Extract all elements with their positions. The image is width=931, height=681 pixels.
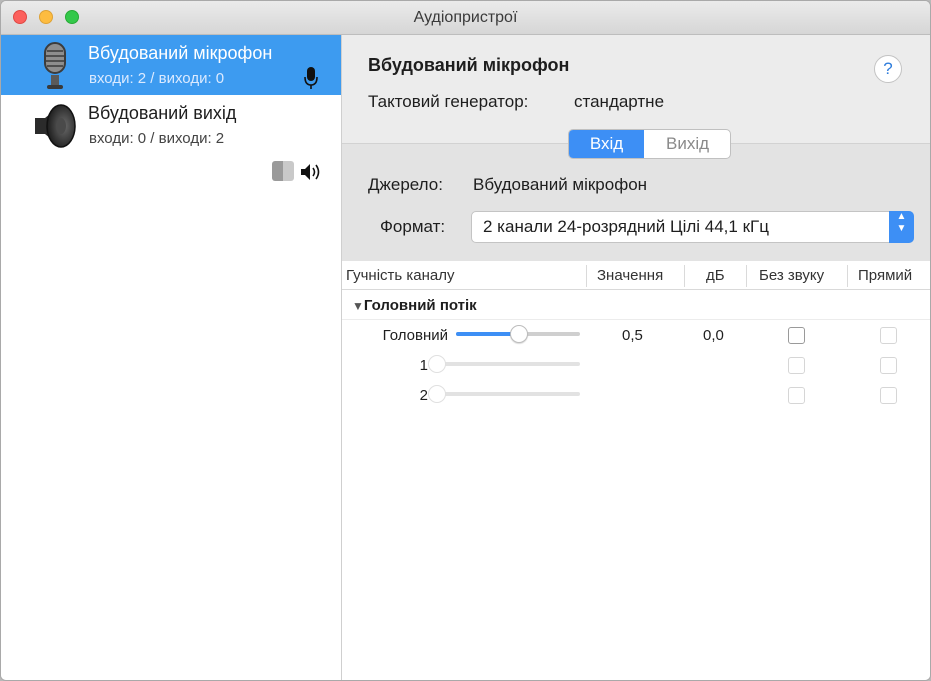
thru-checkbox-master[interactable] <box>880 327 897 344</box>
column-header-value[interactable]: Значення <box>597 267 663 284</box>
column-header-mute[interactable]: Без звуку <box>759 267 824 284</box>
slider-knob[interactable] <box>428 385 446 403</box>
audio-devices-window: Аудіопристрої Вбудований мікрофон входи:… <box>0 0 931 681</box>
channel-db: 0,0 <box>703 327 724 344</box>
mute-checkbox-channel-1[interactable] <box>788 357 805 374</box>
speaker-icon <box>31 102 77 150</box>
table-header: Гучність каналу Значення дБ Без звуку Пр… <box>342 261 930 290</box>
volume-slider-channel-2[interactable] <box>436 392 580 396</box>
device-io: входи: 0 / виходи: 2 <box>89 130 225 147</box>
settings-panel <box>342 143 930 262</box>
window-title: Аудіопристрої <box>413 9 518 26</box>
column-header-thru[interactable]: Прямий <box>858 267 912 284</box>
thru-checkbox-channel-2[interactable] <box>880 387 897 404</box>
channel-value: 0,5 <box>622 327 643 344</box>
group-row-master-stream[interactable]: ▼Головний потік <box>352 297 477 314</box>
column-divider <box>746 265 747 287</box>
mute-checkbox-channel-2[interactable] <box>788 387 805 404</box>
source-label: Джерело: <box>368 175 443 194</box>
finder-icon <box>272 161 294 181</box>
thru-checkbox-channel-1[interactable] <box>880 357 897 374</box>
title-bar: Аудіопристрої <box>1 1 930 35</box>
device-detail-pane: Вбудований мікрофон ? Тактовий генератор… <box>342 35 930 680</box>
device-name: Вбудований мікрофон <box>88 43 273 63</box>
default-output-speaker-icon <box>300 163 324 186</box>
channel-label: 1 <box>419 357 428 374</box>
format-select[interactable]: 2 канали 24-розрядний Цілі 44,1 кГц ▲ ▼ <box>471 211 914 243</box>
channel-label: 2 <box>419 387 428 404</box>
volume-slider-channel-1[interactable] <box>436 362 580 366</box>
mute-checkbox-master[interactable] <box>788 327 805 344</box>
column-divider <box>684 265 685 287</box>
clock-source-value: стандартне <box>574 92 665 111</box>
divider <box>342 319 930 320</box>
column-divider <box>847 265 848 287</box>
microphone-icon <box>38 41 72 91</box>
slider-fill <box>456 332 518 336</box>
tab-output[interactable]: Вихід <box>645 130 730 158</box>
default-input-microphone-icon <box>304 66 318 95</box>
input-output-tabs: Вхід Вихід <box>568 129 731 159</box>
device-list: Вбудований мікрофон входи: 2 / виходи: 0… <box>1 35 342 680</box>
channel-label: Головний <box>382 327 448 344</box>
column-header-db[interactable]: дБ <box>706 267 725 284</box>
group-label: Головний потік <box>363 297 477 314</box>
source-value: Вбудований мікрофон <box>473 175 648 194</box>
column-header-channel-volume[interactable]: Гучність каналу <box>346 267 455 284</box>
slider-knob[interactable] <box>428 355 446 373</box>
device-title: Вбудований мікрофон <box>368 55 570 75</box>
format-label: Формат: <box>380 217 446 236</box>
channel-volume-table: Гучність каналу Значення дБ Без звуку Пр… <box>342 261 930 680</box>
device-name: Вбудований вихід <box>88 103 237 123</box>
help-button[interactable]: ? <box>874 55 902 83</box>
slider-knob[interactable] <box>510 325 528 343</box>
disclosure-triangle-icon[interactable]: ▼ <box>352 299 364 313</box>
clock-source-label: Тактовий генератор: <box>368 92 529 111</box>
format-value: 2 канали 24-розрядний Цілі 44,1 кГц <box>483 217 769 236</box>
updown-chevron-icon: ▲ ▼ <box>889 211 914 243</box>
device-io: входи: 2 / виходи: 0 <box>89 70 225 87</box>
device-header: Вбудований мікрофон ? Тактовий генератор… <box>342 35 930 143</box>
tab-input[interactable]: Вхід <box>569 130 644 158</box>
column-divider <box>586 265 587 287</box>
